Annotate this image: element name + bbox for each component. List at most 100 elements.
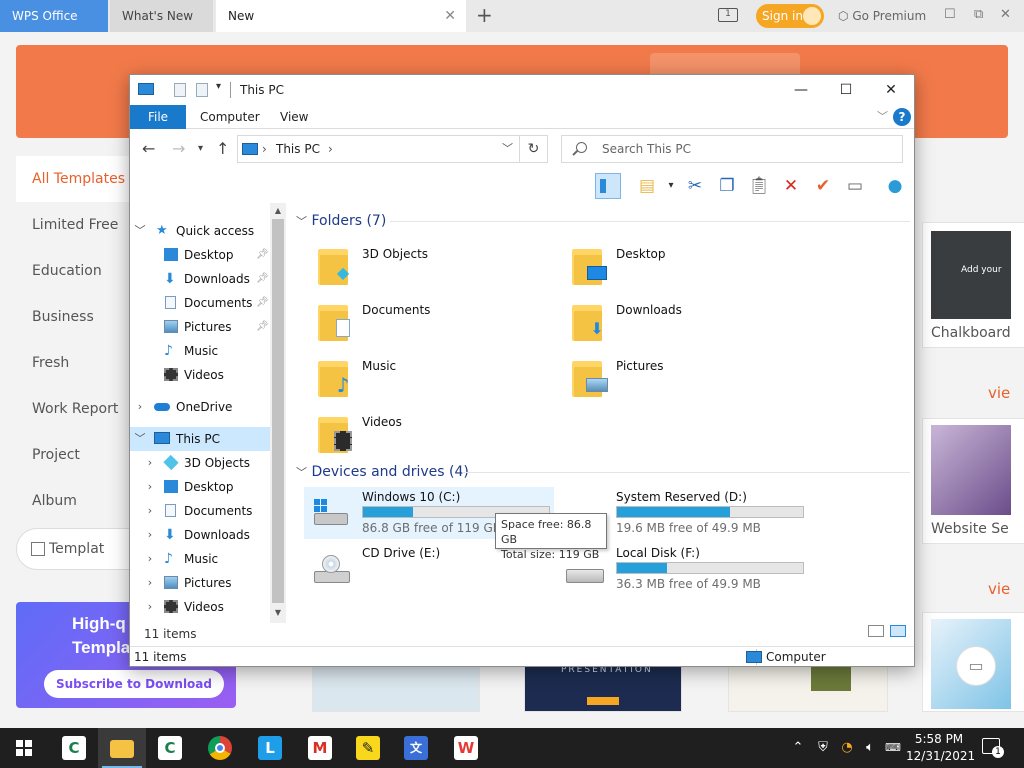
chevron-right-icon[interactable]: ›: [144, 475, 156, 499]
tab-view[interactable]: View: [280, 105, 308, 129]
pin-icon[interactable]: 📌︎: [256, 243, 269, 267]
chat-icon[interactable]: ▭: [956, 646, 996, 686]
sign-in-button[interactable]: Sign in: [756, 4, 824, 28]
template-card-website[interactable]: Website Se: [922, 418, 1024, 544]
expand-ribbon-icon[interactable]: ﹀: [877, 108, 888, 124]
template-card-plant[interactable]: [728, 666, 888, 712]
chevron-down-icon[interactable]: ﹀: [134, 427, 146, 451]
nav-item-pc-documents[interactable]: › Documents: [130, 499, 270, 523]
chevron-right-icon[interactable]: ›: [144, 523, 156, 547]
taskbar-sticky-notes[interactable]: ✎: [344, 728, 392, 768]
chevron-right-icon[interactable]: ›: [144, 595, 156, 619]
nav-item-pc-downloads[interactable]: › ⬇ Downloads: [130, 523, 270, 547]
layout-icon[interactable]: 1: [718, 8, 738, 22]
search-input[interactable]: Search This PC: [561, 135, 903, 163]
back-arrow-icon[interactable]: ←: [142, 139, 155, 159]
chevron-right-icon[interactable]: ›: [134, 395, 146, 419]
keyboard-icon[interactable]: ⌨: [884, 728, 902, 768]
add-tab-button[interactable]: +: [476, 0, 493, 30]
nav-item-this-pc[interactable]: ﹀ This PC: [130, 427, 270, 451]
close-button[interactable]: ✕: [868, 75, 914, 105]
tab-file[interactable]: File: [130, 105, 186, 129]
tab-computer[interactable]: Computer: [200, 105, 260, 129]
view-more-link[interactable]: vie: [988, 580, 1010, 598]
taskbar-mail[interactable]: M: [296, 728, 344, 768]
new-item-icon[interactable]: ▤: [634, 173, 660, 199]
wps-minimize-icon[interactable]: ⧉: [974, 0, 983, 30]
tab-new[interactable]: New ✕: [216, 0, 466, 32]
start-button[interactable]: [0, 728, 48, 768]
nav-item-3d-objects[interactable]: › 3D Objects: [130, 451, 270, 475]
folder-desktop[interactable]: Desktop: [558, 241, 808, 291]
chevron-right-icon[interactable]: ›: [144, 547, 156, 571]
folder-3d-objects[interactable]: ◆ 3D Objects: [304, 241, 554, 291]
preview-pane-icon[interactable]: [595, 173, 621, 199]
template-card-wave[interactable]: [312, 666, 480, 712]
close-icon[interactable]: ✕: [444, 0, 456, 32]
volume-icon[interactable]: 🔈︎: [860, 728, 880, 768]
category-album[interactable]: Album: [16, 478, 131, 524]
chevron-down-icon[interactable]: ﹀: [134, 219, 146, 243]
title-bar[interactable]: ▾ This PC — ☐ ✕: [130, 75, 914, 105]
chevron-right-icon[interactable]: ›: [144, 571, 156, 595]
maximize-button[interactable]: ☐: [823, 75, 869, 105]
nav-item-downloads[interactable]: ⬇ Downloads 📌︎: [130, 267, 270, 291]
taskbar-wps[interactable]: W: [442, 728, 490, 768]
devices-group-header[interactable]: ﹀ Devices and drives (4): [296, 462, 469, 482]
refresh-button[interactable]: ↻: [520, 135, 548, 163]
folder-documents[interactable]: Documents: [304, 297, 554, 347]
address-dropdown-icon[interactable]: ﹀: [502, 136, 513, 162]
copy-icon[interactable]: ❐: [714, 173, 740, 199]
taskbar-l-app[interactable]: L: [246, 728, 294, 768]
subscribe-button[interactable]: Subscribe to Download: [44, 670, 224, 698]
nav-item-music[interactable]: ♪ Music: [130, 339, 270, 363]
details-view-icon[interactable]: [868, 625, 884, 637]
pin-icon[interactable]: 📌︎: [256, 267, 269, 291]
template-card-presentation[interactable]: PRESENTATION: [524, 665, 682, 712]
recent-locations-icon[interactable]: ▾: [198, 139, 203, 159]
checkmark-icon[interactable]: ✔: [810, 173, 836, 199]
rename-icon[interactable]: ▭: [842, 173, 868, 199]
folder-music[interactable]: ♪ Music: [304, 353, 554, 403]
nav-item-documents[interactable]: Documents 📌︎: [130, 291, 270, 315]
nav-item-pc-videos[interactable]: › Videos: [130, 595, 270, 619]
nav-item-quick-access[interactable]: ﹀ ★ Quick access: [130, 219, 270, 243]
scroll-thumb[interactable]: [272, 219, 284, 603]
sync-icon[interactable]: ◔: [838, 728, 856, 768]
chevron-down-icon[interactable]: ﹀: [296, 215, 307, 228]
notification-center-button[interactable]: 1: [980, 736, 1004, 760]
up-arrow-icon[interactable]: ↑: [216, 139, 229, 159]
large-icons-view-icon[interactable]: [890, 625, 906, 637]
nav-item-videos[interactable]: Videos: [130, 363, 270, 387]
chevron-right-icon[interactable]: ›: [144, 499, 156, 523]
nav-item-pc-pictures[interactable]: › Pictures: [130, 571, 270, 595]
category-business[interactable]: Business: [16, 294, 131, 340]
tab-whats-new[interactable]: What's New: [110, 0, 213, 32]
taskbar-bank-app[interactable]: C: [50, 728, 98, 768]
taskbar-translator[interactable]: 文: [392, 728, 440, 768]
properties-icon[interactable]: [174, 83, 186, 97]
nav-item-onedrive[interactable]: › OneDrive: [130, 395, 270, 419]
taskbar-file-explorer[interactable]: [98, 728, 146, 768]
breadcrumb-this-pc[interactable]: This PC: [276, 136, 320, 162]
security-shield-icon[interactable]: ⛨: [814, 728, 832, 768]
scroll-down-icon[interactable]: ▼: [270, 605, 286, 621]
category-limited-free[interactable]: Limited Free: [16, 202, 131, 248]
pin-icon[interactable]: 📌︎: [256, 291, 269, 315]
cut-icon[interactable]: ✂: [682, 173, 708, 199]
delete-icon[interactable]: ✕: [778, 173, 804, 199]
taskbar-chrome[interactable]: [196, 728, 244, 768]
folders-group-header[interactable]: ﹀ Folders (7): [296, 211, 386, 231]
nav-item-pictures[interactable]: Pictures 📌︎: [130, 315, 270, 339]
pin-icon[interactable]: 📌︎: [256, 315, 269, 339]
nav-scrollbar[interactable]: ▲ ▼: [270, 203, 286, 623]
folder-downloads[interactable]: ⬇ Downloads: [558, 297, 808, 347]
chevron-right-icon[interactable]: ›: [144, 451, 156, 475]
category-all-templates[interactable]: All Templates: [16, 156, 131, 202]
system-clock[interactable]: 5:58 PM 12/31/2021: [906, 731, 975, 765]
go-premium-button[interactable]: ⬡ Go Premium: [838, 0, 926, 32]
wps-settings-icon[interactable]: ☐: [944, 0, 956, 30]
nav-item-desktop[interactable]: Desktop 📌︎: [130, 243, 270, 267]
new-folder-icon[interactable]: [196, 83, 208, 97]
address-bar[interactable]: › This PC › ﹀: [237, 135, 520, 163]
